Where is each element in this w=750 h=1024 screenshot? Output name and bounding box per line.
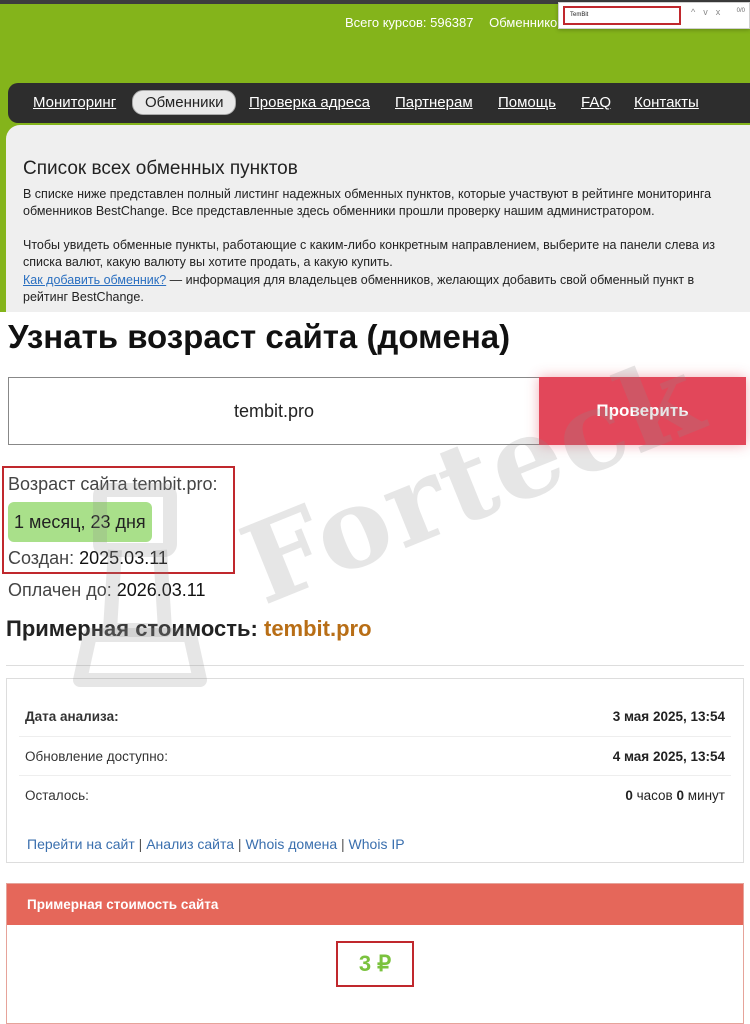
nav-faq[interactable]: FAQ	[581, 94, 611, 111]
cost-title: Примерная стоимость: tembit.pro	[6, 616, 372, 642]
minutes-unit: минут	[687, 788, 725, 803]
domain-age-title: Узнать возраст сайта (домена)	[8, 318, 511, 355]
analysis-date-row: Дата анализа: 3 мая 2025, 13:54	[19, 697, 731, 736]
whois-domain-link[interactable]: Whois домена	[245, 836, 337, 852]
find-count: 0/0	[736, 8, 745, 14]
main-nav: Мониторинг Обменники Проверка адреса Пар…	[8, 83, 750, 123]
row-label: Дата анализа:	[25, 709, 119, 724]
remaining-row: Осталось: 0 часов 0 минут	[19, 775, 731, 814]
update-available-row: Обновление доступно: 4 мая 2025, 13:54	[19, 736, 731, 775]
nav-help[interactable]: Помощь	[498, 94, 556, 111]
cost-title-prefix: Примерная стоимость:	[6, 616, 258, 641]
row-value: 3 мая 2025, 13:54	[612, 709, 725, 724]
site-analysis-link[interactable]: Анализ сайта	[146, 836, 234, 852]
nav-address-check[interactable]: Проверка адреса	[249, 94, 370, 111]
paid-value: 2026.03.11	[116, 580, 206, 600]
site-cost-box: Примерная стоимость сайта 3 ₽	[6, 883, 744, 1024]
remaining-value: 0 часов 0 минут	[625, 788, 725, 803]
total-rates: Всего курсов: 596387	[345, 15, 474, 30]
row-label: Осталось:	[25, 788, 89, 803]
find-prev-icon[interactable]: ^	[691, 7, 703, 17]
header-stats: Всего курсов: 596387 Обменнико	[345, 15, 569, 30]
whois-ip-link[interactable]: Whois IP	[349, 836, 405, 852]
cost-title-domain: tembit.pro	[264, 616, 372, 641]
site-cost-header: Примерная стоимость сайта	[7, 884, 743, 925]
row-label: Обновление доступно:	[25, 749, 168, 764]
add-exchanger-link[interactable]: Как добавить обменник?	[23, 273, 166, 287]
nav-contacts[interactable]: Контакты	[634, 94, 699, 111]
created-label: Создан:	[8, 548, 75, 568]
cost-section: Примерная стоимость: tembit.pro Дата ана…	[0, 608, 750, 1024]
paid-label: Оплачен до:	[8, 580, 112, 600]
nav-partners[interactable]: Партнерам	[395, 94, 473, 111]
row-value: 4 мая 2025, 13:54	[612, 749, 725, 764]
check-button[interactable]: Проверить	[539, 377, 746, 445]
find-bar: TemBit 0/0 ^vx	[558, 2, 750, 29]
find-close-icon[interactable]: x	[716, 7, 729, 17]
domain-age-section: Узнать возраст сайта (домена) tembit.pro…	[0, 312, 750, 608]
exchangers-desc-2: Чтобы увидеть обменные пункты, работающи…	[23, 238, 716, 269]
exchangers-title: Список всех обменных пунктов	[23, 158, 298, 179]
hours-unit: часов	[636, 788, 673, 803]
remaining-hours: 0	[625, 788, 633, 803]
bestchange-section: Всего курсов: 596387 Обменнико TemBit 0/…	[0, 0, 750, 312]
find-next-icon[interactable]: v	[703, 7, 716, 17]
find-nav-buttons: ^vx	[691, 7, 728, 17]
site-cost-value: 3 ₽	[336, 941, 414, 987]
site-links: Перейти на сайт | Анализ сайта | Whois д…	[27, 836, 405, 852]
age-label: Возраст сайта tembit.pro:	[8, 474, 218, 494]
nav-exchangers[interactable]: Обменники	[132, 90, 237, 115]
exchangers-content: Список всех обменных пунктов В списке ни…	[6, 125, 750, 312]
exchangers-desc-1: В списке ниже представлен полный листинг…	[23, 187, 712, 218]
paid-line: Оплачен до: 2026.03.11	[8, 580, 206, 601]
remaining-minutes: 0	[676, 788, 685, 803]
divider	[6, 665, 744, 666]
go-to-site-link[interactable]: Перейти на сайт	[27, 836, 135, 852]
find-input[interactable]: TemBit	[563, 6, 681, 25]
created-value: 2025.03.11	[79, 548, 168, 568]
analysis-info-box: Дата анализа: 3 мая 2025, 13:54 Обновлен…	[6, 678, 744, 863]
exchangers-desc-3: Как добавить обменник? — информация для …	[23, 272, 733, 306]
exchangers-count[interactable]: Обменнико	[489, 15, 557, 30]
domain-input[interactable]: tembit.pro	[8, 377, 540, 445]
created-line: Создан: 2025.03.11	[8, 548, 168, 569]
age-value: 1 месяц, 23 дня	[8, 502, 152, 542]
nav-monitoring[interactable]: Мониторинг	[33, 94, 116, 111]
